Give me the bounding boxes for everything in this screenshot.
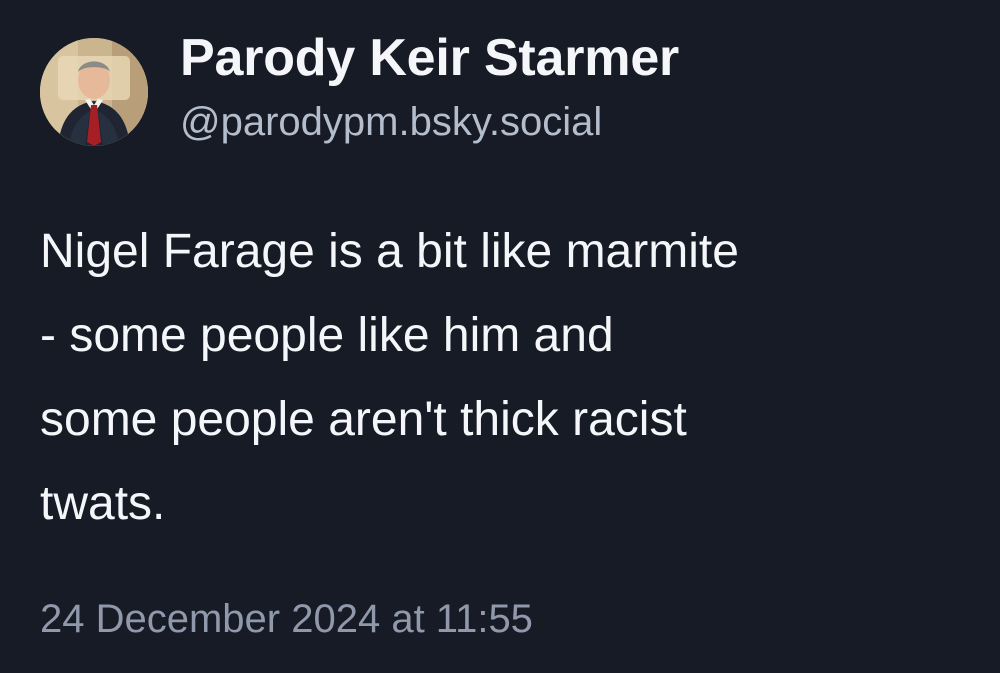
avatar[interactable]: [40, 38, 148, 146]
profile-photo-icon: [40, 38, 148, 146]
post-text: Nigel Farage is a bit like marmite - som…: [40, 210, 970, 546]
post-text-line: - some people like him and: [40, 309, 614, 362]
author-header: Parody Keir Starmer @parodypm.bsky.socia…: [180, 26, 940, 146]
author-display-name[interactable]: Parody Keir Starmer: [180, 26, 940, 90]
post-text-line: some people aren't thick racist: [40, 393, 687, 446]
post-text-line: Nigel Farage is a bit like marmite: [40, 225, 739, 278]
post-timestamp[interactable]: 24 December 2024 at 11:55: [40, 595, 533, 643]
post-card: Parody Keir Starmer @parodypm.bsky.socia…: [0, 0, 1000, 673]
post-text-line: twats.: [40, 477, 166, 530]
author-handle[interactable]: @parodypm.bsky.social: [180, 98, 940, 146]
